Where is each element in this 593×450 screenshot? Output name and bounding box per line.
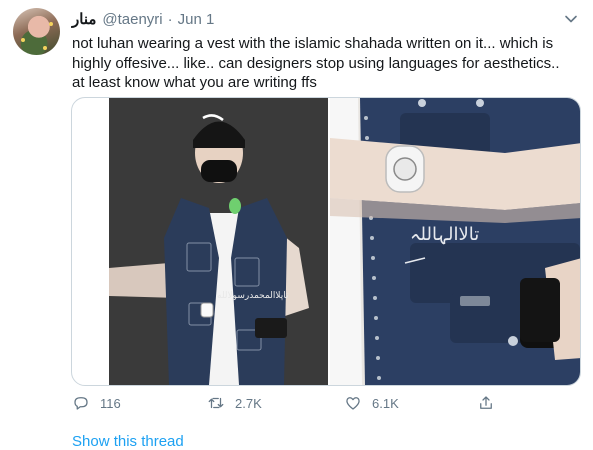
reply-count: 116 [100,395,121,411]
user-handle[interactable]: @taenyri [102,11,162,28]
share-icon [480,396,492,409]
media-grid: تاپلاالمحمدرسولالله تالاالہاللہ [71,97,581,386]
avatar[interactable] [13,8,60,55]
like-count: 6.1K [372,395,399,411]
retweet-button[interactable]: 2.7K [207,394,262,412]
separator-dot: · [167,10,173,28]
reply-button[interactable]: 116 [72,394,121,412]
svg-text:تالاالہاللہ: تالاالہاللہ [410,224,479,245]
photo-right[interactable]: تالاالہاللہ [328,98,580,385]
svg-text:تاپلاالمحمدرسولالله: تاپلاالمحمدرسولالله [217,291,289,301]
tweet-header: منار @taenyri · Jun 1 [72,9,593,29]
avatar-sparkle [21,38,25,42]
tweet-date[interactable]: Jun 1 [178,11,215,28]
display-name[interactable]: منار [72,10,96,28]
photo-right-image: تالاالہاللہ [330,98,580,385]
retweet-icon [208,397,224,409]
retweet-count: 2.7K [235,395,262,411]
chevron-down-icon[interactable] [564,12,578,26]
tweet-actions: 116 2.7K 6.1K [72,394,502,414]
show-thread-link[interactable]: Show this thread [72,433,184,450]
photo-left-image: تاپلاالمحمدرسولالله [109,98,328,385]
photo-left[interactable]: تاپلاالمحمدرسولالله [109,98,328,385]
avatar-sparkle [49,22,53,26]
avatar-sparkle [43,46,47,50]
reply-icon [74,397,88,410]
tweet-text: not luhan wearing a vest with the islami… [72,35,560,91]
like-button[interactable]: 6.1K [344,394,399,412]
heart-icon [346,397,360,410]
share-button[interactable] [477,394,505,412]
